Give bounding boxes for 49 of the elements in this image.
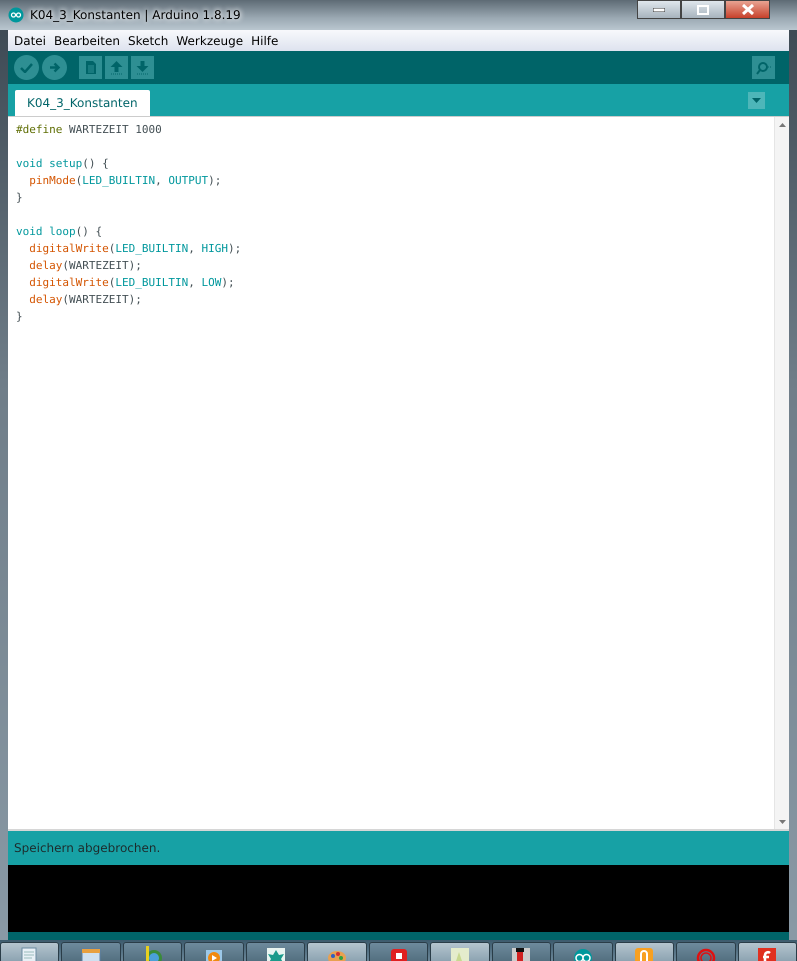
taskbar-button[interactable] [492, 942, 552, 961]
menu-item[interactable]: Hilfe [247, 32, 282, 50]
arrow-up-icon [110, 60, 123, 75]
close-icon [742, 4, 754, 15]
scroll-down-icon [778, 820, 786, 824]
maximize-button[interactable] [681, 0, 725, 19]
code-line: delay(WARTEZEIT); [28, 259, 142, 272]
menu-item[interactable]: Datei [10, 32, 50, 50]
code-line: void loop() { [16, 225, 102, 238]
caret-down-icon [752, 98, 761, 102]
magnifier-icon [755, 60, 772, 74]
window-title: K04_3_Konstanten | Arduino 1.8.19 [30, 7, 241, 24]
code-line: void setup() { [16, 157, 109, 170]
code-line: } [16, 191, 23, 204]
taskbar-button[interactable] [738, 942, 797, 961]
code-line: } [16, 310, 23, 323]
taskbar-button[interactable] [430, 942, 490, 961]
arduino-logo-icon [8, 7, 24, 23]
taskbar-button[interactable] [0, 942, 60, 961]
scroll-up-icon [778, 122, 786, 126]
menu-item[interactable]: Bearbeiten [50, 32, 124, 50]
code-line: delay(WARTEZEIT); [28, 293, 142, 306]
taskbar-button[interactable] [122, 942, 182, 961]
minimize-icon [653, 8, 665, 12]
taskbar-button[interactable] [614, 942, 674, 961]
taskbar-button[interactable] [61, 942, 121, 961]
taskbar-button[interactable] [553, 942, 613, 961]
menu-item[interactable]: Sketch [124, 32, 172, 50]
code-line: pinMode(LED_BUILTIN, OUTPUT); [28, 174, 222, 187]
code-line: digitalWrite(LED_BUILTIN, HIGH); [28, 242, 242, 255]
arrow-right-icon [48, 62, 60, 73]
code-editor[interactable]: #define WARTEZEIT 1000 void setup() { pinMode(LED_BUILTIN, OUTPUT); } void loop() { digitalWrite(LED_BUILTIN, HIGH); delay(WARTEZEIT); digitalWrite(LED_BUILTIN, LOW); delay(WARTEZEIT); } [8, 117, 774, 829]
code-line: digitalWrite(LED_BUILTIN, LOW); [28, 276, 235, 289]
document-icon [84, 60, 96, 75]
taskbar-button[interactable] [246, 942, 306, 961]
menu-item[interactable]: Werkzeuge [172, 32, 248, 50]
taskbar-button[interactable] [307, 942, 367, 961]
taskbar-button[interactable] [184, 942, 244, 961]
file-tab[interactable]: K04_3_Konstanten [15, 90, 150, 116]
status-message: Speichern abgebrochen. [14, 840, 160, 857]
minimize-button[interactable] [637, 0, 681, 19]
taskbar-button[interactable] [368, 942, 428, 961]
maximize-icon [697, 4, 709, 14]
code-line: #define WARTEZEIT 1000 [16, 123, 162, 136]
arrow-down-icon [136, 60, 149, 75]
close-button[interactable] [725, 0, 770, 19]
tab-menu-button[interactable] [748, 92, 765, 108]
scrollbar[interactable] [774, 117, 789, 829]
checkmark-icon [20, 62, 33, 73]
